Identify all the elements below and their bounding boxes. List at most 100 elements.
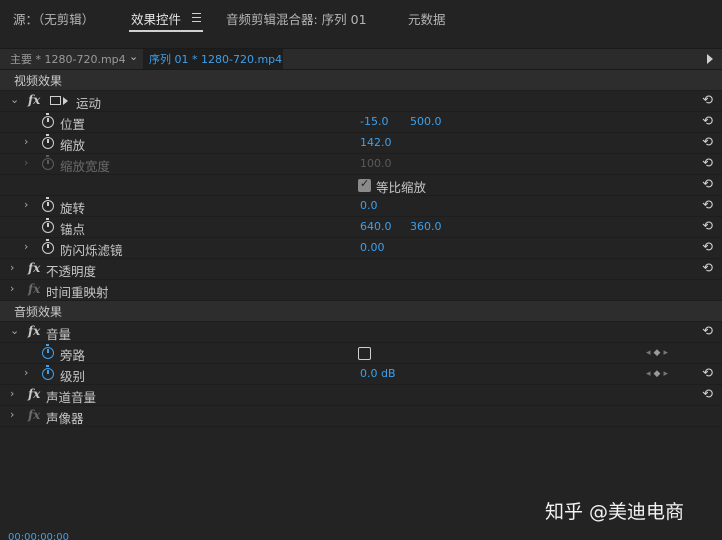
effect-channel-volume-row[interactable]: › fx 声道音量 ⟲ bbox=[0, 385, 722, 406]
reset-icon[interactable]: ⟲ bbox=[702, 387, 713, 402]
chevron-right-icon[interactable]: › bbox=[10, 282, 14, 295]
panel-tab-bar: 源：（无剪辑） 效果控件 音频剪辑混合器: 序列 01 元数据 bbox=[0, 0, 722, 40]
rotation-value[interactable]: 0.0 bbox=[360, 199, 378, 212]
stopwatch-icon[interactable] bbox=[42, 344, 54, 359]
tab-audio-clip-mixer[interactable]: 音频剪辑混合器: 序列 01 bbox=[226, 9, 367, 31]
chevron-right-icon[interactable]: › bbox=[24, 240, 28, 253]
sequence-clip-tab[interactable]: 序列 01 * 1280-720.mp4 bbox=[143, 49, 283, 69]
chevron-right-icon[interactable]: › bbox=[10, 387, 14, 400]
tab-effect-controls[interactable]: 效果控件 bbox=[131, 9, 181, 31]
reset-icon[interactable]: ⟲ bbox=[702, 261, 713, 276]
fx-icon[interactable]: fx bbox=[28, 261, 40, 275]
property-label-rotation: 旋转 bbox=[60, 201, 86, 216]
reset-icon[interactable]: ⟲ bbox=[702, 93, 713, 108]
fx-icon[interactable]: fx bbox=[28, 387, 40, 401]
effect-label-volume: 音量 bbox=[46, 327, 72, 342]
uniform-scale-checkbox[interactable] bbox=[358, 177, 371, 192]
property-uniform-scale-row: 等比缩放 ⟲ bbox=[0, 175, 722, 196]
chevron-right-icon: › bbox=[24, 156, 29, 169]
property-label-scale: 缩放 bbox=[60, 138, 86, 153]
stopwatch-icon[interactable] bbox=[42, 197, 54, 212]
property-position-row: 位置 -15.0 500.0 ⟲ bbox=[0, 112, 722, 133]
stopwatch-icon bbox=[42, 155, 54, 170]
property-label-level: 级别 bbox=[60, 369, 86, 384]
active-tab-underline bbox=[129, 30, 203, 32]
property-scale-row: › 缩放 142.0 ⟲ bbox=[0, 133, 722, 154]
play-triangle-icon[interactable] bbox=[707, 54, 713, 64]
property-rotation-row: › 旋转 0.0 ⟲ bbox=[0, 196, 722, 217]
keyframe-navigator[interactable]: ◂◆▸ bbox=[646, 348, 671, 358]
chevron-down-icon[interactable]: ⌄ bbox=[10, 93, 19, 106]
reset-icon[interactable]: ⟲ bbox=[702, 324, 713, 339]
anchor-y-value[interactable]: 360.0 bbox=[410, 220, 442, 233]
transform-arrow-icon bbox=[63, 97, 68, 105]
property-scale-width-row: › 缩放宽度 100.0 ⟲ bbox=[0, 154, 722, 175]
effect-label-panner: 声像器 bbox=[46, 411, 84, 426]
scale-width-value: 100.0 bbox=[360, 157, 392, 170]
stopwatch-icon[interactable] bbox=[42, 113, 54, 128]
reset-icon[interactable]: ⟲ bbox=[702, 135, 713, 150]
position-x-value[interactable]: -15.0 bbox=[360, 115, 388, 128]
keyframe-navigator[interactable]: ◂◆▸ bbox=[646, 369, 671, 379]
effect-time-remap-row[interactable]: › fx 时间重映射 bbox=[0, 280, 722, 301]
property-anti-flicker-row: › 防闪烁滤镜 0.00 ⟲ bbox=[0, 238, 722, 259]
effect-volume-row[interactable]: ⌄ fx 音量 ⟲ bbox=[0, 322, 722, 343]
reset-icon[interactable]: ⟲ bbox=[702, 219, 713, 234]
tab-source[interactable]: 源：（无剪辑） bbox=[13, 9, 94, 31]
property-label-anti-flicker: 防闪烁滤镜 bbox=[60, 243, 123, 258]
video-effects-header: 视频效果 bbox=[0, 70, 722, 91]
watermark-text: 知乎 @美迪电商 bbox=[545, 501, 685, 523]
reset-icon[interactable]: ⟲ bbox=[702, 156, 713, 171]
effect-motion-row[interactable]: ⌄ fx 运动 ⟲ bbox=[0, 91, 722, 112]
stopwatch-icon[interactable] bbox=[42, 218, 54, 233]
bypass-checkbox[interactable] bbox=[358, 347, 371, 360]
effect-panner-row[interactable]: › fx 声像器 bbox=[0, 406, 722, 427]
reset-icon[interactable]: ⟲ bbox=[702, 198, 713, 213]
chevron-right-icon[interactable]: › bbox=[10, 261, 14, 274]
property-label-position: 位置 bbox=[60, 117, 86, 132]
fx-icon: fx bbox=[28, 282, 41, 296]
effect-label-channel-volume: 声道音量 bbox=[46, 390, 97, 405]
property-anchor-row: 锚点 640.0 360.0 ⟲ bbox=[0, 217, 722, 238]
chevron-right-icon[interactable]: › bbox=[24, 366, 28, 379]
panel-menu-icon[interactable] bbox=[192, 13, 201, 22]
chevron-right-icon[interactable]: › bbox=[10, 408, 14, 421]
sequence-clip-label: 序列 01 * 1280-720.mp4 bbox=[149, 53, 283, 66]
effect-label-opacity: 不透明度 bbox=[46, 264, 97, 279]
anchor-x-value[interactable]: 640.0 bbox=[360, 220, 392, 233]
audio-effects-header: 音频效果 bbox=[0, 301, 722, 322]
uniform-scale-label: 等比缩放 bbox=[376, 180, 427, 195]
property-label-scale-width: 缩放宽度 bbox=[60, 159, 111, 174]
video-effects-label: 视频效果 bbox=[14, 74, 63, 88]
chevron-right-icon[interactable]: › bbox=[24, 135, 28, 148]
reset-icon[interactable]: ⟲ bbox=[702, 366, 713, 381]
property-label-bypass: 旁路 bbox=[60, 348, 86, 363]
effect-label-motion: 运动 bbox=[76, 96, 102, 111]
stopwatch-icon[interactable] bbox=[42, 134, 54, 149]
audio-effects-label: 音频效果 bbox=[14, 305, 63, 319]
anti-flicker-value[interactable]: 0.00 bbox=[360, 241, 385, 254]
chevron-down-icon[interactable]: ⌄ bbox=[10, 324, 19, 337]
sequence-bar: 主要 * 1280-720.mp4 ⌄ 序列 01 * 1280-720.mp4 bbox=[0, 48, 722, 70]
reset-icon[interactable]: ⟲ bbox=[702, 177, 713, 192]
fx-icon: fx bbox=[28, 408, 41, 422]
effect-label-time-remap: 时间重映射 bbox=[46, 285, 109, 300]
stopwatch-icon[interactable] bbox=[42, 239, 54, 254]
chevron-right-icon[interactable]: › bbox=[24, 198, 28, 211]
property-level-row: › 级别 0.0 dB ◂◆▸ ⟲ bbox=[0, 364, 722, 385]
chevron-down-icon[interactable]: ⌄ bbox=[129, 50, 138, 63]
property-bypass-row: 旁路 ◂◆▸ bbox=[0, 343, 722, 364]
scale-value[interactable]: 142.0 bbox=[360, 136, 392, 149]
position-y-value[interactable]: 500.0 bbox=[410, 115, 442, 128]
effect-opacity-row[interactable]: › fx 不透明度 ⟲ bbox=[0, 259, 722, 280]
transform-icon[interactable] bbox=[50, 96, 61, 105]
level-value[interactable]: 0.0 dB bbox=[360, 367, 396, 380]
reset-icon[interactable]: ⟲ bbox=[702, 240, 713, 255]
reset-icon[interactable]: ⟲ bbox=[702, 114, 713, 129]
stopwatch-icon[interactable] bbox=[42, 365, 54, 380]
fx-icon[interactable]: fx bbox=[28, 324, 40, 338]
timecode-display[interactable]: 00:00:00:00 bbox=[8, 532, 69, 540]
fx-icon[interactable]: fx bbox=[28, 93, 40, 107]
master-clip-label[interactable]: 主要 * 1280-720.mp4 bbox=[10, 51, 126, 67]
tab-metadata[interactable]: 元数据 bbox=[408, 9, 446, 31]
